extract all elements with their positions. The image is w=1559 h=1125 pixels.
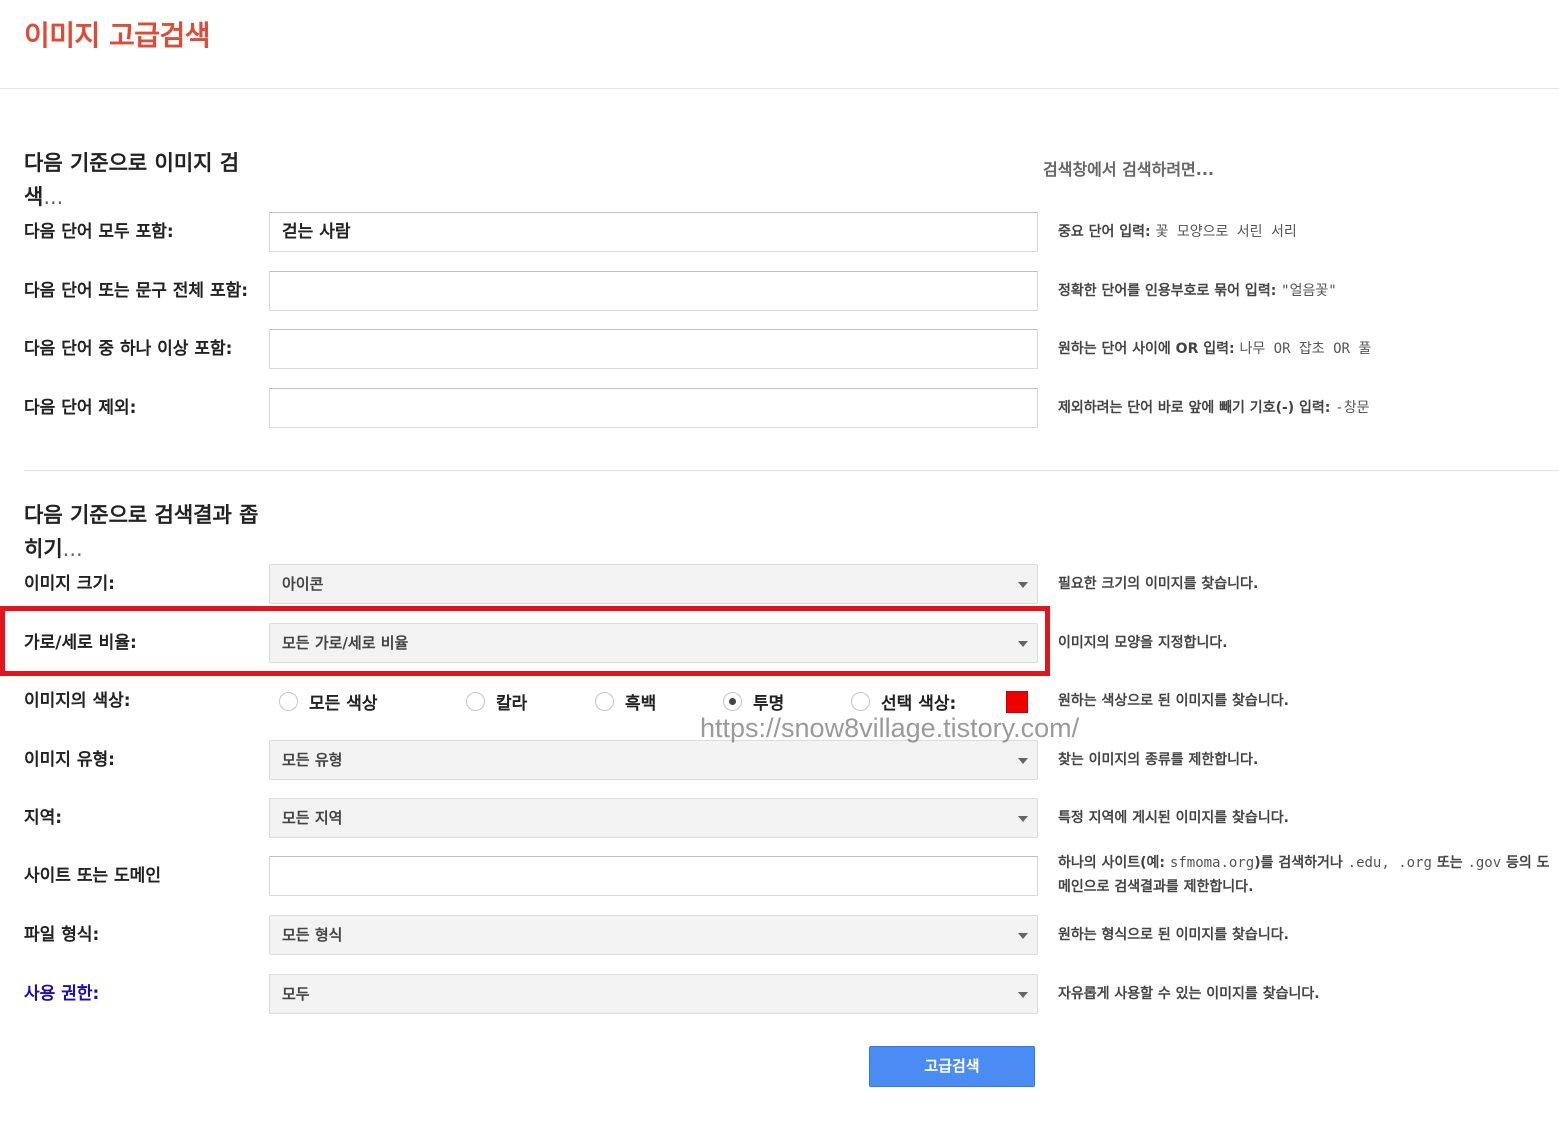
usage-rights-select[interactable]: 모두 (269, 974, 1038, 1014)
none-words-hint: 제외하려는 단어 바로 앞에 빼기 기호(-) 입력: -창문 (1058, 387, 1370, 429)
any-words-hint-text: 원하는 단어 사이에 OR 입력: (1058, 341, 1235, 357)
color-option-bw[interactable]: 흑백 (595, 680, 656, 722)
chevron-down-icon (1018, 816, 1028, 822)
exact-phrase-row: 다음 단어 또는 문구 전체 포함: 정확한 단어를 인용부호로 묶어 입력: … (0, 270, 1559, 312)
any-words-label: 다음 단어 중 하나 이상 포함: (24, 339, 233, 359)
none-words-row: 다음 단어 제외: 제외하려는 단어 바로 앞에 빼기 기호(-) 입력: -창… (0, 387, 1559, 429)
exact-phrase-hint-text: 정확한 단어를 인용부호로 묶어 입력: (1058, 283, 1277, 299)
region-label: 지역: (24, 808, 63, 828)
all-words-row: 다음 단어 모두 포함: 걷는 사람 중요 단어 입력: 꽃 모양으로 서린 서… (0, 211, 1559, 253)
find-section-title-dots: ... (43, 185, 64, 209)
chevron-down-icon (1018, 582, 1028, 588)
usage-rights-value: 모두 (282, 985, 310, 1003)
color-label: 이미지의 색상: (24, 691, 131, 711)
search-bar-hint-header: 검색창에서 검색하려면... (1043, 160, 1215, 179)
site-hint: 하나의 사이트(예: sfmoma.org)를 검색하거나 .edu, .org… (1058, 851, 1553, 895)
site-hint-b: )를 검색하거나 (1254, 855, 1343, 871)
any-words-hint: 원하는 단어 사이에 OR 입력: 나무 OR 잡초 OR 풀 (1058, 328, 1371, 370)
exact-phrase-hint-example: "얼음꽃" (1281, 283, 1337, 299)
none-words-hint-text: 제외하려는 단어 바로 앞에 빼기 기호(-) 입력: (1058, 400, 1331, 416)
site-hint-c: 또는 (1436, 855, 1463, 871)
none-words-hint-example: -창문 (1335, 400, 1370, 416)
exact-phrase-hint: 정확한 단어를 인용부호로 묶어 입력: "얼음꽃" (1058, 270, 1337, 312)
image-type-hint: 찾는 이미지의 종류를 제한합니다. (1058, 752, 1259, 768)
region-row: 지역: 모든 지역 특정 지역에 게시된 이미지를 찾습니다. (0, 797, 1559, 839)
none-words-input[interactable] (269, 388, 1038, 428)
usage-rights-hint: 자유롭게 사용할 수 있는 이미지를 찾습니다. (1058, 986, 1320, 1002)
color-option-transparent-label: 투명 (753, 693, 785, 714)
all-words-hint-text: 중요 단어 입력: (1058, 224, 1151, 240)
region-value: 모든 지역 (282, 809, 343, 827)
section-divider (24, 470, 1559, 471)
image-size-row: 이미지 크기: 아이콘 필요한 크기의 이미지를 찾습니다. (0, 563, 1559, 605)
chevron-down-icon (1018, 992, 1028, 998)
color-option-any-label: 모든 색상 (309, 693, 378, 714)
page-title: 이미지 고급검색 (24, 19, 211, 52)
color-swatch[interactable] (1006, 691, 1028, 713)
site-hint-ex1: sfmoma.org (1169, 855, 1255, 871)
image-type-row: 이미지 유형: 모든 유형 찾는 이미지의 종류를 제한합니다. (0, 739, 1559, 781)
chevron-down-icon (1018, 933, 1028, 939)
usage-rights-row: 사용 권한: 모두 자유롭게 사용할 수 있는 이미지를 찾습니다. (0, 973, 1559, 1015)
color-option-any[interactable]: 모든 색상 (279, 680, 377, 722)
any-words-hint-example: 나무 OR 잡초 OR 풀 (1239, 341, 1372, 357)
site-row: 사이트 또는 도메인 하나의 사이트(예: sfmoma.org)를 검색하거나… (0, 855, 1559, 897)
all-words-input[interactable]: 걷는 사람 (269, 212, 1038, 252)
image-size-label: 이미지 크기: (24, 574, 115, 594)
narrow-section-title: 다음 기준으로 검색결과 좁히기... (24, 498, 274, 566)
any-words-row: 다음 단어 중 하나 이상 포함: 원하는 단어 사이에 OR 입력: 나무 O… (0, 328, 1559, 370)
image-size-hint: 필요한 크기의 이미지를 찾습니다. (1058, 576, 1259, 592)
header-divider (0, 88, 1559, 89)
radio-icon[interactable] (595, 691, 614, 711)
image-type-value: 모든 유형 (282, 751, 343, 769)
exact-phrase-input[interactable] (269, 271, 1038, 311)
radio-icon[interactable] (466, 691, 485, 711)
all-words-label: 다음 단어 모두 포함: (24, 222, 174, 242)
file-type-label: 파일 형식: (24, 925, 100, 945)
aspect-ratio-hint: 이미지의 모양을 지정합니다. (1058, 635, 1228, 651)
site-hint-ex2: .edu, .org (1347, 855, 1432, 871)
region-hint: 특정 지역에 게시된 이미지를 찾습니다. (1058, 810, 1289, 826)
site-input[interactable] (269, 856, 1038, 896)
file-type-select[interactable]: 모든 형식 (269, 915, 1038, 955)
color-option-bw-label: 흑백 (625, 693, 657, 714)
region-select[interactable]: 모든 지역 (269, 798, 1038, 838)
all-words-hint-example: 꽃 모양으로 서린 서리 (1155, 224, 1297, 240)
site-label: 사이트 또는 도메인 (24, 866, 161, 886)
radio-icon[interactable] (851, 691, 870, 711)
any-words-input[interactable] (269, 329, 1038, 369)
color-hint: 원하는 색상으로 된 이미지를 찾습니다. (1058, 693, 1289, 709)
radio-checked-icon[interactable] (723, 691, 742, 711)
site-hint-a: 하나의 사이트(예: (1058, 855, 1166, 871)
find-section-title: 다음 기준으로 이미지 검색... (24, 146, 274, 214)
advanced-search-button[interactable]: 고급검색 (869, 1046, 1035, 1087)
watermark: https://snow8village.tistory.com/ (700, 713, 1080, 743)
file-type-hint: 원하는 형식으로 된 이미지를 찾습니다. (1058, 927, 1289, 943)
image-size-select[interactable]: 아이콘 (269, 564, 1038, 604)
usage-rights-link[interactable]: 사용 권한: (24, 973, 99, 1015)
radio-icon[interactable] (279, 691, 298, 711)
image-type-label: 이미지 유형: (24, 750, 115, 770)
aspect-ratio-highlight (0, 606, 1050, 676)
narrow-section-title-dots: ... (62, 537, 83, 561)
color-option-custom-label: 선택 색상: (881, 693, 957, 714)
narrow-section-title-text: 다음 기준으로 검색결과 좁히기 (24, 503, 259, 561)
color-option-color[interactable]: 칼라 (466, 680, 527, 722)
file-type-row: 파일 형식: 모든 형식 원하는 형식으로 된 이미지를 찾습니다. (0, 914, 1559, 956)
site-hint-ex3: .gov (1467, 855, 1502, 871)
color-option-color-label: 칼라 (496, 693, 528, 714)
none-words-label: 다음 단어 제외: (24, 398, 137, 418)
all-words-hint: 중요 단어 입력: 꽃 모양으로 서린 서리 (1058, 211, 1297, 253)
image-type-select[interactable]: 모든 유형 (269, 740, 1038, 780)
chevron-down-icon (1018, 758, 1028, 764)
image-size-value: 아이콘 (282, 575, 324, 593)
exact-phrase-label: 다음 단어 또는 문구 전체 포함: (24, 281, 249, 301)
file-type-value: 모든 형식 (282, 926, 343, 944)
